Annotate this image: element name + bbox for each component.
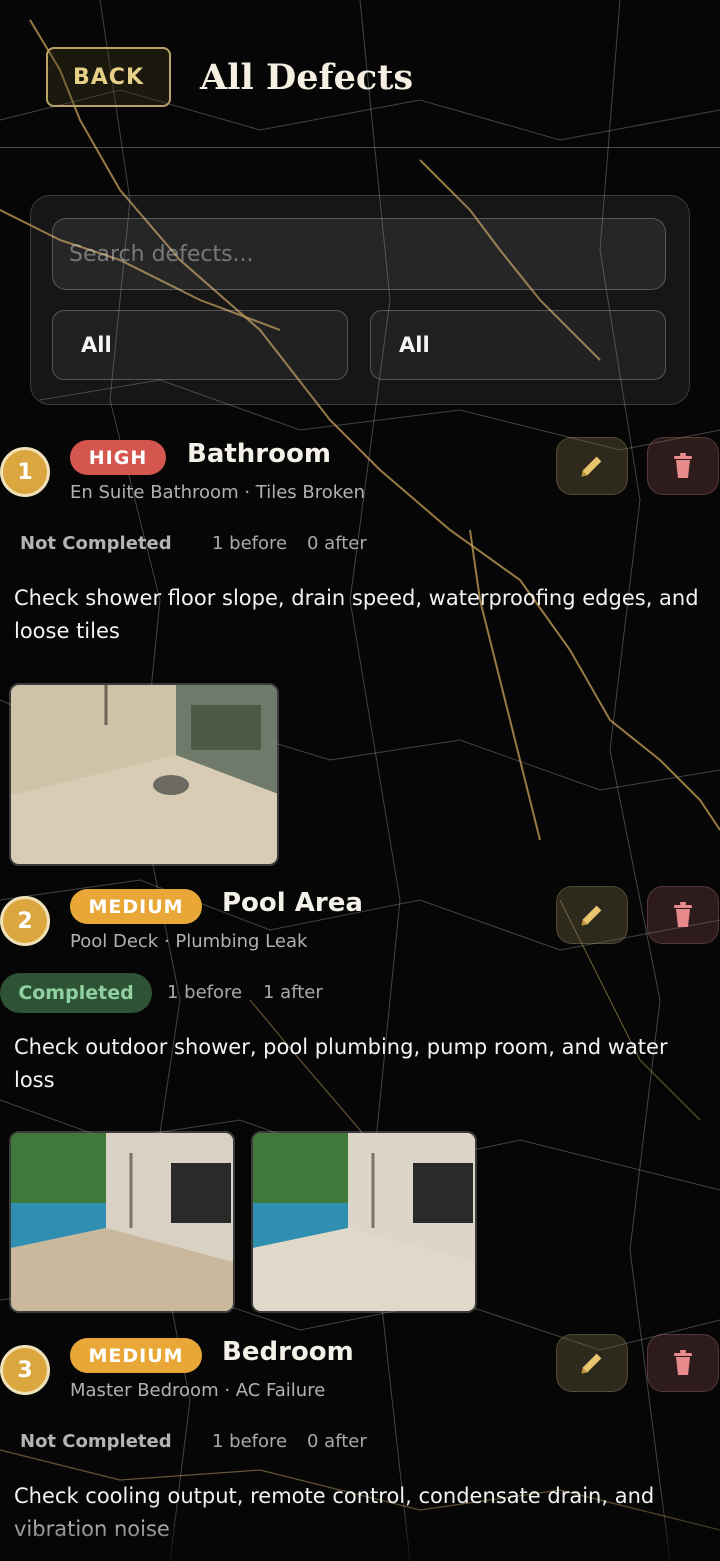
delete-button[interactable] xyxy=(647,1334,719,1392)
defect-location: Pool Deck · Plumbing Leak xyxy=(70,931,308,952)
defect-number-badge: 1 xyxy=(0,447,50,497)
defect-room-title: Pool Area xyxy=(222,888,363,918)
edit-button[interactable] xyxy=(556,1334,628,1392)
defect-number-badge: 2 xyxy=(0,896,50,946)
after-count: 1 after xyxy=(263,982,323,1003)
defect-photo[interactable] xyxy=(9,683,279,866)
before-count: 1 before xyxy=(212,1431,288,1452)
priority-badge: MEDIUM xyxy=(70,1338,202,1373)
priority-filter-select[interactable]: All xyxy=(370,310,666,380)
defect-room-title: Bedroom xyxy=(222,1337,354,1367)
header-divider xyxy=(0,147,720,148)
after-count: 0 after xyxy=(307,1431,367,1452)
priority-badge: HIGH xyxy=(70,440,166,475)
edit-button[interactable] xyxy=(556,437,628,495)
defect-number-badge: 3 xyxy=(0,1345,50,1395)
defect-description: Check outdoor shower, pool plumbing, pum… xyxy=(14,1035,668,1092)
pencil-icon xyxy=(581,905,602,926)
search-input[interactable] xyxy=(52,218,666,290)
defect-photo-before[interactable] xyxy=(9,1131,235,1313)
defect-status: Not Completed xyxy=(20,1431,172,1452)
defect-location: Master Bedroom · AC Failure xyxy=(70,1380,326,1401)
edit-button[interactable] xyxy=(556,886,628,944)
back-button[interactable]: BACK xyxy=(46,47,171,107)
defect-description: Check shower floor slope, drain speed, w… xyxy=(14,586,699,643)
status-filter-select[interactable]: All xyxy=(52,310,348,380)
delete-button[interactable] xyxy=(647,886,719,944)
trash-icon xyxy=(674,1350,692,1375)
page-title: All Defects xyxy=(200,57,414,98)
defect-photo-after[interactable] xyxy=(251,1131,477,1313)
priority-badge: MEDIUM xyxy=(70,889,202,924)
defect-location: En Suite Bathroom · Tiles Broken xyxy=(70,482,366,503)
defect-status: Completed xyxy=(0,973,152,1013)
trash-icon xyxy=(674,902,692,927)
delete-button[interactable] xyxy=(647,437,719,495)
before-count: 1 before xyxy=(167,982,243,1003)
after-count: 0 after xyxy=(307,533,367,554)
pencil-icon xyxy=(581,456,602,477)
defect-room-title: Bathroom xyxy=(187,439,331,469)
before-count: 1 before xyxy=(212,533,288,554)
pencil-icon xyxy=(581,1353,602,1374)
bottom-fade xyxy=(0,1500,720,1561)
trash-icon xyxy=(674,453,692,478)
defect-status: Not Completed xyxy=(20,533,172,554)
